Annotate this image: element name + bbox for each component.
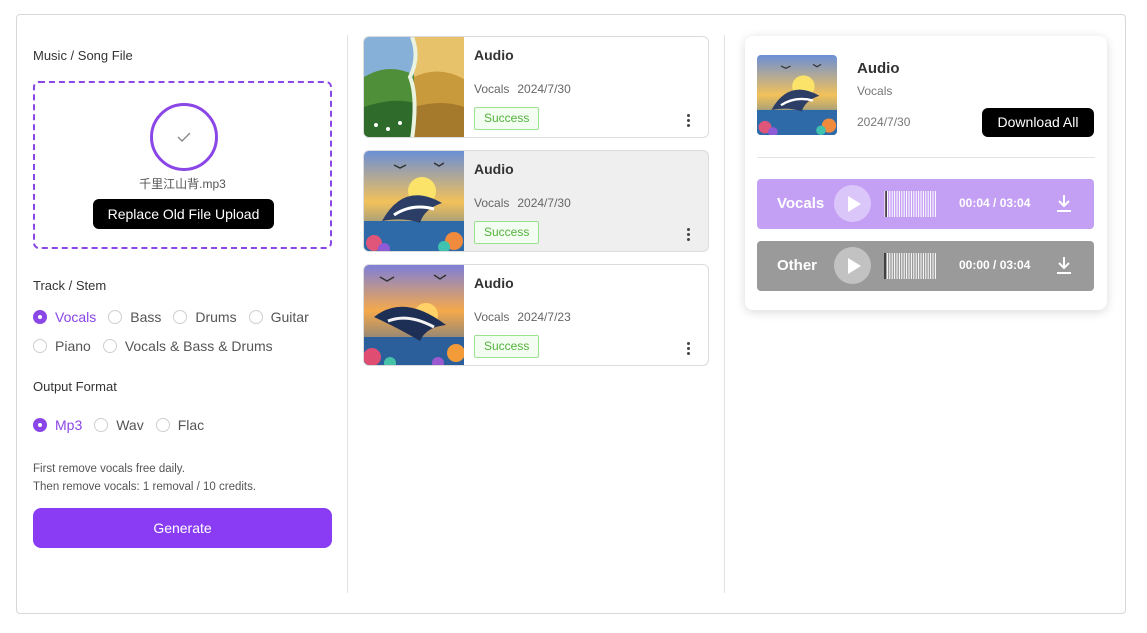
replace-file-button[interactable]: Replace Old File Upload (93, 199, 274, 229)
card-title: Audio (474, 275, 514, 291)
uploaded-file-name: 千里江山背.mp3 (139, 177, 226, 191)
play-icon (848, 258, 861, 274)
format-option-flac[interactable]: Flac (155, 417, 204, 433)
upload-section-title: Music / Song File (33, 48, 133, 63)
history-card[interactable]: Audio Vocals 2024/7/23 Success (363, 264, 709, 366)
play-button[interactable] (834, 247, 871, 284)
result-detail-panel: Audio Vocals 2024/7/30 Download All Voca… (745, 36, 1107, 310)
track-time: 00:00 / 03:04 (959, 258, 1031, 272)
format-option-mp3[interactable]: Mp3 (33, 417, 82, 433)
play-button[interactable] (834, 185, 871, 222)
card-title: Audio (474, 47, 514, 63)
format-section-title: Output Format (33, 379, 117, 394)
radio-dot (94, 418, 109, 432)
stem-option-vocals-bass-drums[interactable]: Vocals & Bass & Drums (102, 338, 273, 354)
credit-note-2: Then remove vocals: 1 removal / 10 credi… (33, 481, 257, 493)
stem-section-title: Track / Stem (33, 278, 107, 293)
stem-option-guitar[interactable]: Guitar (248, 309, 309, 325)
more-options-icon[interactable] (682, 113, 694, 129)
track-name: Vocals (777, 195, 825, 212)
app-frame: Music / Song File 千里江山背.mp3 Replace Old … (16, 14, 1126, 614)
radio-dot (248, 310, 263, 324)
more-options-icon[interactable] (682, 227, 694, 243)
card-title: Audio (474, 161, 514, 177)
card-meta: Vocals 2024/7/30 (474, 82, 571, 96)
radio-dot (33, 310, 47, 324)
column-divider (724, 35, 725, 593)
cover-thumbnail (364, 265, 464, 365)
check-icon (177, 132, 191, 142)
play-icon (848, 196, 861, 212)
cover-thumbnail (364, 151, 464, 251)
history-card[interactable]: Audio Vocals 2024/7/30 Success (363, 150, 709, 252)
stem-option-piano[interactable]: Piano (33, 338, 91, 354)
format-option-wav[interactable]: Wav (94, 417, 144, 433)
card-meta: Vocals 2024/7/30 (474, 196, 571, 210)
radio-dot (33, 339, 47, 353)
stem-options-row-1: Vocals Bass Drums Guitar (33, 309, 321, 325)
upload-success-indicator (150, 103, 218, 171)
track-player-vocals: Vocals 00:04 / 03:04 (757, 179, 1094, 229)
waveform[interactable] (883, 188, 939, 220)
credit-note-1: First remove vocals free daily. (33, 463, 185, 475)
radio-dot (33, 418, 47, 432)
stem-option-bass[interactable]: Bass (108, 309, 161, 325)
status-badge: Success (474, 107, 540, 130)
track-time: 00:04 / 03:04 (959, 196, 1031, 210)
result-title: Audio (857, 60, 900, 77)
status-badge: Success (474, 335, 540, 358)
track-player-other: Other 00:00 / 03:04 (757, 241, 1094, 291)
radio-dot (155, 418, 170, 432)
radio-dot (102, 339, 117, 353)
column-divider (347, 35, 348, 593)
waveform[interactable] (883, 250, 939, 282)
radio-dot (108, 310, 123, 324)
generate-button[interactable]: Generate (33, 508, 332, 548)
result-type: Vocals (857, 84, 893, 98)
stem-option-drums[interactable]: Drums (173, 309, 237, 325)
divider (757, 157, 1095, 158)
cover-thumbnail (364, 37, 464, 137)
stem-option-vocals[interactable]: Vocals (33, 309, 96, 325)
download-icon[interactable] (1055, 193, 1073, 213)
cover-image (757, 55, 837, 135)
card-meta: Vocals 2024/7/23 (474, 310, 571, 324)
radio-dot (173, 310, 188, 324)
download-all-button[interactable]: Download All (982, 108, 1094, 137)
history-card[interactable]: Audio Vocals 2024/7/30 Success (363, 36, 709, 138)
status-badge: Success (474, 221, 540, 244)
download-icon[interactable] (1055, 255, 1073, 275)
more-options-icon[interactable] (682, 341, 694, 357)
result-date: 2024/7/30 (857, 115, 911, 129)
file-dropzone[interactable]: 千里江山背.mp3 Replace Old File Upload (33, 81, 332, 249)
format-options-row: Mp3 Wav Flac (33, 417, 216, 433)
settings-panel: Music / Song File 千里江山背.mp3 Replace Old … (33, 15, 333, 613)
stem-options-row-2: Piano Vocals & Bass & Drums (33, 338, 285, 354)
track-name: Other (777, 257, 818, 274)
